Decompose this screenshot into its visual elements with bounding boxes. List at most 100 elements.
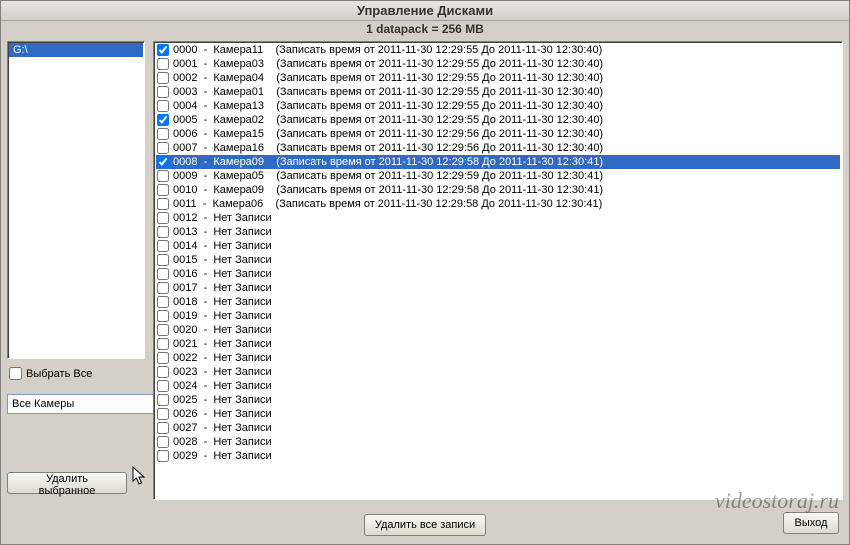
list-item[interactable]: 0018 - Нет Записи	[156, 295, 840, 309]
row-text: 0008 - Камера09 (Записать время от 2011-…	[173, 155, 603, 169]
list-item[interactable]: 0016 - Нет Записи	[156, 267, 840, 281]
row-checkbox[interactable]	[157, 170, 169, 182]
list-item[interactable]: 0012 - Нет Записи	[156, 211, 840, 225]
list-item[interactable]: 0001 - Камера03 (Записать время от 2011-…	[156, 57, 840, 71]
list-item[interactable]: 0008 - Камера09 (Записать время от 2011-…	[156, 155, 840, 169]
select-all-checkbox[interactable]: Выбрать Все	[9, 367, 143, 380]
delete-all-button[interactable]: Удалить все записи	[364, 514, 486, 536]
row-checkbox[interactable]	[157, 296, 169, 308]
row-checkbox[interactable]	[157, 310, 169, 322]
row-text: 0024 - Нет Записи	[173, 379, 272, 393]
list-item[interactable]: 0013 - Нет Записи	[156, 225, 840, 239]
row-checkbox[interactable]	[157, 268, 169, 280]
row-text: 0011 - Камера06 (Записать время от 2011-…	[173, 197, 602, 211]
drive-item[interactable]: G:\	[9, 43, 143, 57]
datapack-info: 1 datapack = 256 MB	[1, 21, 849, 37]
row-text: 0017 - Нет Записи	[173, 281, 272, 295]
row-checkbox[interactable]	[157, 198, 169, 210]
row-checkbox[interactable]	[157, 72, 169, 84]
row-text: 0001 - Камера03 (Записать время от 2011-…	[173, 57, 603, 71]
row-text: 0025 - Нет Записи	[173, 393, 272, 407]
row-text: 0026 - Нет Записи	[173, 407, 272, 421]
row-checkbox[interactable]	[157, 422, 169, 434]
left-panel: G:\ Выбрать Все Удалить выбранное	[7, 41, 145, 500]
camera-filter-value[interactable]	[7, 394, 158, 414]
row-checkbox[interactable]	[157, 338, 169, 350]
list-item[interactable]: 0025 - Нет Записи	[156, 393, 840, 407]
row-text: 0022 - Нет Записи	[173, 351, 272, 365]
row-text: 0005 - Камера02 (Записать время от 2011-…	[173, 113, 603, 127]
content-area: G:\ Выбрать Все Удалить выбранное 0000 -…	[1, 37, 849, 506]
row-text: 0009 - Камера05 (Записать время от 2011-…	[173, 169, 603, 183]
select-all-label: Выбрать Все	[26, 368, 92, 380]
list-item[interactable]: 0003 - Камера01 (Записать время от 2011-…	[156, 85, 840, 99]
list-item[interactable]: 0024 - Нет Записи	[156, 379, 840, 393]
row-checkbox[interactable]	[157, 408, 169, 420]
row-text: 0006 - Камера15 (Записать время от 2011-…	[173, 127, 603, 141]
bottom-bar: Удалить все записи Выход videostoraj.ru	[1, 506, 849, 544]
row-checkbox[interactable]	[157, 128, 169, 140]
row-checkbox[interactable]	[157, 450, 169, 462]
exit-button[interactable]: Выход	[783, 512, 839, 534]
row-checkbox[interactable]	[157, 394, 169, 406]
row-checkbox[interactable]	[157, 114, 169, 126]
row-checkbox[interactable]	[157, 44, 169, 56]
list-item[interactable]: 0019 - Нет Записи	[156, 309, 840, 323]
list-item[interactable]: 0020 - Нет Записи	[156, 323, 840, 337]
row-checkbox[interactable]	[157, 380, 169, 392]
window-title: Управление Дисками	[1, 1, 849, 21]
row-text: 0028 - Нет Записи	[173, 435, 272, 449]
camera-filter-combo[interactable]	[7, 394, 145, 414]
list-item[interactable]: 0006 - Камера15 (Записать время от 2011-…	[156, 127, 840, 141]
row-text: 0003 - Камера01 (Записать время от 2011-…	[173, 85, 603, 99]
row-text: 0019 - Нет Записи	[173, 309, 272, 323]
list-item[interactable]: 0022 - Нет Записи	[156, 351, 840, 365]
list-item[interactable]: 0002 - Камера04 (Записать время от 2011-…	[156, 71, 840, 85]
row-checkbox[interactable]	[157, 436, 169, 448]
list-item[interactable]: 0007 - Камера16 (Записать время от 2011-…	[156, 141, 840, 155]
row-checkbox[interactable]	[157, 352, 169, 364]
list-item[interactable]: 0011 - Камера06 (Записать время от 2011-…	[156, 197, 840, 211]
row-text: 0014 - Нет Записи	[173, 239, 272, 253]
list-item[interactable]: 0029 - Нет Записи	[156, 449, 840, 463]
row-text: 0007 - Камера16 (Записать время от 2011-…	[173, 141, 603, 155]
recordings-listbox[interactable]: 0000 - Камера11 (Записать время от 2011-…	[153, 41, 843, 500]
list-item[interactable]: 0015 - Нет Записи	[156, 253, 840, 267]
list-item[interactable]: 0005 - Камера02 (Записать время от 2011-…	[156, 113, 840, 127]
list-item[interactable]: 0000 - Камера11 (Записать время от 2011-…	[156, 43, 840, 57]
list-item[interactable]: 0026 - Нет Записи	[156, 407, 840, 421]
list-item[interactable]: 0017 - Нет Записи	[156, 281, 840, 295]
row-checkbox[interactable]	[157, 254, 169, 266]
row-text: 0023 - Нет Записи	[173, 365, 272, 379]
row-checkbox[interactable]	[157, 366, 169, 378]
list-item[interactable]: 0023 - Нет Записи	[156, 365, 840, 379]
row-checkbox[interactable]	[157, 142, 169, 154]
row-checkbox[interactable]	[157, 100, 169, 112]
delete-selected-button[interactable]: Удалить выбранное	[7, 472, 127, 494]
list-item[interactable]: 0010 - Камера09 (Записать время от 2011-…	[156, 183, 840, 197]
row-text: 0010 - Камера09 (Записать время от 2011-…	[173, 183, 603, 197]
select-all-input[interactable]	[9, 367, 22, 380]
list-item[interactable]: 0021 - Нет Записи	[156, 337, 840, 351]
list-item[interactable]: 0014 - Нет Записи	[156, 239, 840, 253]
disk-management-window: Управление Дисками 1 datapack = 256 MB G…	[0, 0, 850, 545]
row-text: 0002 - Камера04 (Записать время от 2011-…	[173, 71, 603, 85]
row-text: 0021 - Нет Записи	[173, 337, 272, 351]
row-text: 0016 - Нет Записи	[173, 267, 272, 281]
row-checkbox[interactable]	[157, 212, 169, 224]
list-item[interactable]: 0028 - Нет Записи	[156, 435, 840, 449]
row-checkbox[interactable]	[157, 86, 169, 98]
row-checkbox[interactable]	[157, 184, 169, 196]
list-item[interactable]: 0009 - Камера05 (Записать время от 2011-…	[156, 169, 840, 183]
row-checkbox[interactable]	[157, 282, 169, 294]
list-item[interactable]: 0027 - Нет Записи	[156, 421, 840, 435]
row-checkbox[interactable]	[157, 156, 169, 168]
row-checkbox[interactable]	[157, 226, 169, 238]
list-item[interactable]: 0004 - Камера13 (Записать время от 2011-…	[156, 99, 840, 113]
row-text: 0000 - Камера11 (Записать время от 2011-…	[173, 43, 602, 57]
drive-listbox[interactable]: G:\	[7, 41, 145, 359]
row-checkbox[interactable]	[157, 240, 169, 252]
row-checkbox[interactable]	[157, 324, 169, 336]
row-text: 0020 - Нет Записи	[173, 323, 272, 337]
row-checkbox[interactable]	[157, 58, 169, 70]
